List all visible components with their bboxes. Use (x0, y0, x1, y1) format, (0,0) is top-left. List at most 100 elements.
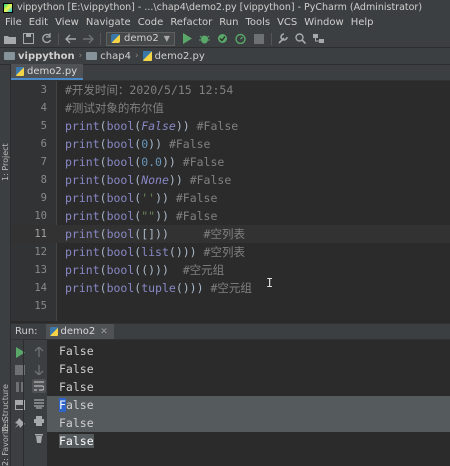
breadcrumb-item-file[interactable]: demo2.py (142, 50, 205, 62)
code-text: print(bool(False)) #False (65, 119, 239, 133)
line-number: 12 (34, 246, 47, 258)
code-editor[interactable]: 3 #开发时间：2020/5/15 12:54 4 #测试对象的布尔值 5 print(b… (11, 81, 450, 321)
code-line: 6 print(bool(0)) #False (11, 135, 450, 153)
up-arrow-icon[interactable] (33, 346, 45, 358)
menu-bar: File Edit View Navigate Code Refactor Ru… (0, 15, 450, 30)
structure-icon[interactable] (313, 33, 325, 45)
code-line: 10 print(bool("")) #False (11, 207, 450, 225)
sync-icon[interactable] (40, 33, 52, 45)
code-line: 5 print(bool(False)) #False (11, 117, 450, 135)
main-toolbar: demo2 ▼ (0, 30, 450, 48)
close-icon[interactable]: ✕ (100, 327, 108, 337)
console-line-text: False (59, 380, 94, 394)
project-tool-button[interactable]: 1: Project (0, 135, 11, 181)
window-title: vippython [E:\vippython] - ...\chap4\dem… (17, 2, 423, 13)
code-text: print(bool("")) #False (65, 209, 218, 223)
run-toolbar (11, 340, 47, 466)
line-number: 7 (40, 156, 47, 168)
tab-demo2-py[interactable]: demo2.py (11, 64, 84, 80)
open-folder-icon[interactable] (4, 33, 16, 45)
console-line-selected: False (47, 414, 450, 432)
profile-icon[interactable] (235, 33, 247, 45)
menu-code[interactable]: Code (135, 17, 168, 28)
code-line: 15 (11, 297, 450, 315)
forward-icon[interactable] (82, 33, 94, 45)
print-icon[interactable] (33, 415, 45, 427)
menu-view[interactable]: View (52, 17, 83, 28)
coverage-icon[interactable] (217, 33, 229, 45)
code-line: 14 print(bool(tuple())) #空元组 (11, 279, 450, 297)
console-line-text: False (59, 434, 94, 448)
pycharm-logo-icon (3, 2, 13, 13)
editor-tab-bar: demo2.py (11, 64, 450, 81)
run-configuration-select[interactable]: demo2 ▼ (106, 31, 175, 46)
code-line: 13 print(bool(())) #空元组 (11, 261, 450, 279)
rerun-icon[interactable] (14, 346, 26, 358)
line-number: 14 (34, 282, 47, 294)
code-text: #开发时间：2020/5/15 12:54 (65, 83, 234, 97)
breadcrumb: vippython › chap4 › demo2.py (0, 48, 450, 65)
code-line: 9 print(bool('')) #False (11, 189, 450, 207)
tab-label: demo2.py (27, 65, 78, 77)
trash-icon[interactable] (33, 432, 45, 444)
menu-help[interactable]: Help (348, 17, 378, 28)
line-number: 10 (34, 210, 47, 222)
python-file-icon (111, 34, 120, 43)
code-text: print(bool(())) #空元组 (65, 263, 225, 277)
code-text: print(bool([])) #空列表 (65, 227, 245, 241)
text-cursor-icon: I (266, 276, 274, 290)
breadcrumb-item-project[interactable]: vippython (4, 51, 75, 62)
soft-wrap-icon[interactable] (32, 379, 46, 393)
toolbar-divider (270, 32, 272, 45)
breadcrumb-item-folder[interactable]: chap4 (86, 51, 131, 62)
console-line: False (47, 360, 450, 378)
menu-file[interactable]: File (2, 17, 26, 28)
back-icon[interactable] (64, 33, 76, 45)
code-text: #测试对象的布尔值 (65, 101, 164, 115)
toolbar-divider (58, 32, 59, 45)
line-number: 6 (40, 138, 47, 150)
python-file-icon (16, 66, 24, 76)
settings-wrench-icon[interactable] (277, 33, 289, 45)
line-number: 4 (40, 102, 47, 114)
chevron-right-icon: › (134, 51, 139, 61)
console-line-text: False (59, 344, 94, 358)
menu-edit[interactable]: Edit (26, 17, 52, 28)
run-icon[interactable] (181, 33, 193, 45)
favorites-tool-button[interactable]: 2: Favorites (0, 420, 11, 466)
console-line-text: False (59, 416, 94, 430)
save-icon[interactable] (22, 33, 34, 45)
code-line: 4 #测试对象的布尔值 (11, 99, 450, 117)
stop-square-icon[interactable] (14, 364, 26, 376)
menu-window[interactable]: Window (301, 17, 347, 28)
pause-icon[interactable] (14, 381, 26, 393)
console-line-selected: False (47, 396, 450, 414)
menu-run[interactable]: Run (216, 17, 242, 28)
folder-icon (4, 52, 15, 60)
breadcrumb-label: demo2.py (154, 50, 205, 62)
console-line-selected: False (47, 432, 450, 450)
line-number: 9 (40, 192, 47, 204)
tab-run-demo2[interactable]: demo2 ✕ (45, 324, 114, 339)
code-line: 11 print(bool([])) #空列表 (11, 225, 450, 243)
menu-vcs[interactable]: VCS (274, 17, 301, 28)
chevron-down-icon: ▼ (163, 34, 170, 43)
code-text: print(bool(0.0)) #False (65, 155, 225, 169)
pin-icon[interactable] (14, 417, 26, 429)
search-icon[interactable] (295, 33, 307, 45)
chevron-right-icon: › (78, 51, 83, 61)
menu-tools[interactable]: Tools (242, 17, 274, 28)
layout-icon[interactable] (14, 399, 26, 411)
code-line: 12 print(bool(list())) #空列表 (11, 243, 450, 261)
menu-navigate[interactable]: Navigate (83, 17, 135, 28)
folder-icon (86, 52, 98, 60)
stop-icon[interactable] (253, 33, 265, 45)
code-text: print(bool(None)) #False (65, 173, 232, 187)
menu-refactor[interactable]: Refactor (167, 17, 216, 28)
run-console-output[interactable]: False False False False False False (47, 340, 450, 466)
down-arrow-icon[interactable] (33, 364, 45, 376)
run-toolbar-divider (23, 340, 24, 466)
scroll-to-end-icon[interactable] (33, 398, 45, 410)
title-bar: vippython [E:\vippython] - ...\chap4\dem… (0, 0, 450, 15)
debug-icon[interactable] (199, 33, 211, 45)
